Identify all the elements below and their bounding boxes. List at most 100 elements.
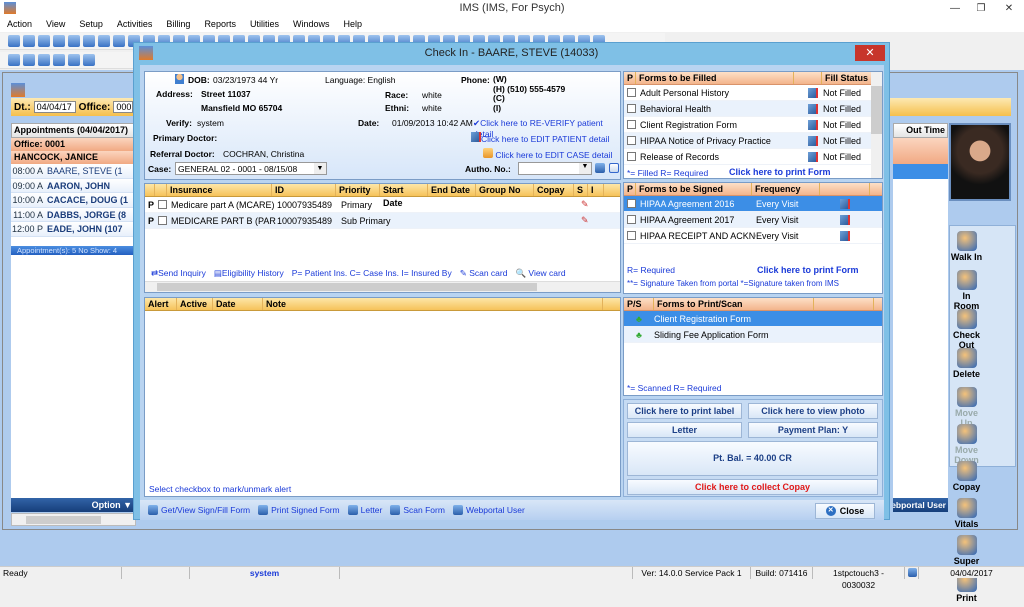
collect-copay-button[interactable]: Click here to collect Copay xyxy=(627,479,878,495)
office-input[interactable]: 0001 xyxy=(113,101,134,113)
autho-select[interactable]: ▼ xyxy=(518,162,592,175)
edit-case-link[interactable]: Click here to EDIT CASE detail xyxy=(483,148,612,160)
webportal-user-button[interactable]: Webportal User xyxy=(452,505,525,515)
super-bill-button[interactable]: Super Bill xyxy=(950,533,983,576)
horizontal-scrollbar[interactable] xyxy=(11,513,136,526)
scan-form-icon[interactable]: ♣ xyxy=(624,330,654,340)
appointment-row[interactable]: 10:00 A CACACE, DOUG (1 xyxy=(11,193,136,208)
column-header[interactable]: Forms to be Signed xyxy=(636,183,752,195)
column-header[interactable] xyxy=(145,184,155,196)
eligibility-history-link[interactable]: ▤Eligibility History xyxy=(214,268,284,279)
check-out-button[interactable]: Check Out xyxy=(950,307,983,350)
menu-utilities[interactable]: Utilities xyxy=(243,17,286,32)
column-header[interactable]: Active xyxy=(177,298,213,310)
webportal-user-header[interactable]: Webportal User xyxy=(893,498,948,512)
insurance-row[interactable]: P Medicare part A (MCARE) 10007935489 Prima… xyxy=(145,197,620,213)
form-checkbox[interactable] xyxy=(627,215,636,224)
in-room-button[interactable]: In Room xyxy=(950,268,983,311)
toolbar-icon[interactable] xyxy=(113,35,125,47)
form-to-fill-row[interactable]: Behavioral Health Not Filled xyxy=(624,101,872,117)
edit-patient-link[interactable]: Click here to EDIT PATIENT detail xyxy=(471,132,609,144)
form-to-sign-row[interactable]: HIPAA Agreement 2017 Every Visit xyxy=(624,212,882,228)
menu-billing[interactable]: Billing xyxy=(159,17,197,32)
case-select[interactable]: GENERAL 02 - 0001 - 08/15/08 ▼ xyxy=(175,162,327,175)
close-app-button[interactable]: ✕ xyxy=(994,0,1024,17)
form-checkbox[interactable] xyxy=(627,120,636,129)
appointment-row[interactable]: 11:00 A DABBS, JORGE (8 xyxy=(11,207,136,222)
print-signed-form-link[interactable]: Click here to print Form xyxy=(757,265,859,275)
form-checkbox[interactable] xyxy=(627,136,636,145)
prev-icon[interactable] xyxy=(23,54,35,66)
column-header[interactable]: Group No xyxy=(476,184,534,196)
form-to-fill-row[interactable]: Client Registration Form Not Filled xyxy=(624,117,872,133)
toolbar-icon[interactable] xyxy=(38,35,50,47)
toolbar-icon[interactable] xyxy=(68,35,80,47)
fill-form-icon[interactable] xyxy=(808,103,818,114)
form-to-print-row[interactable]: ♣ Sliding Fee Application Form xyxy=(624,327,882,343)
form-to-fill-row[interactable]: HIPAA Notice of Privacy Practice Not Fill… xyxy=(624,133,872,149)
column-header[interactable]: Forms to Print/Scan xyxy=(654,298,814,310)
sign-form-icon[interactable] xyxy=(840,214,850,225)
column-header[interactable]: P xyxy=(624,72,636,84)
column-header[interactable] xyxy=(155,184,167,196)
menu-setup[interactable]: Setup xyxy=(72,17,110,32)
insurance-checkbox[interactable] xyxy=(158,216,167,225)
column-header[interactable]: Forms to be Filled xyxy=(636,72,794,84)
column-header[interactable]: Fill Status xyxy=(822,72,872,84)
column-header[interactable]: Alert xyxy=(145,298,177,310)
delete-button[interactable]: Delete xyxy=(950,346,983,385)
view-card-link[interactable]: 🔍 View card xyxy=(515,268,565,279)
view-photo-button[interactable]: Click here to view photo xyxy=(748,403,878,419)
menu-reports[interactable]: Reports xyxy=(197,17,243,32)
toolbar-icon[interactable] xyxy=(8,35,20,47)
letter-button[interactable]: Letter xyxy=(627,422,742,438)
insurance-scrollbar[interactable] xyxy=(145,281,620,292)
walk-in-button[interactable]: Walk In xyxy=(950,229,983,268)
menu-activities[interactable]: Activities xyxy=(110,17,160,32)
column-header[interactable] xyxy=(814,298,874,310)
form-to-print-row[interactable]: ♣ Client Registration Form xyxy=(624,311,882,327)
insurance-row[interactable]: P MEDICARE PART B (PAR 10007935489 Sub Prim… xyxy=(145,213,620,229)
first-icon[interactable] xyxy=(8,54,20,66)
dialog-close-button[interactable]: ✕ xyxy=(855,45,885,61)
column-header[interactable]: I xyxy=(588,184,604,196)
column-header[interactable]: P xyxy=(624,183,636,195)
form-checkbox[interactable] xyxy=(627,231,636,240)
column-header[interactable]: Start Date xyxy=(380,184,428,208)
form-to-fill-row[interactable]: Release of Records Not Filled xyxy=(624,149,872,165)
column-header[interactable]: Priority xyxy=(336,184,380,196)
toolbar-icon[interactable] xyxy=(23,35,35,47)
form-to-sign-row[interactable]: HIPAA RECEIPT AND ACKNO' Every Visit xyxy=(624,228,882,244)
vitals-button[interactable]: Vitals xyxy=(950,496,983,533)
sign-form-icon[interactable] xyxy=(840,230,850,241)
get-view-sign-fill-form-button[interactable]: Get/View Sign/Fill Form xyxy=(148,505,250,515)
column-header[interactable]: Date xyxy=(213,298,263,310)
move-up-button[interactable]: Move Up xyxy=(950,385,983,428)
copay-button[interactable]: Copay xyxy=(950,459,983,496)
toolbar-icon[interactable] xyxy=(83,35,95,47)
column-header[interactable]: ID xyxy=(272,184,336,196)
send-inquiry-link[interactable]: ⇄Send Inquiry xyxy=(151,268,206,279)
patient-photo[interactable] xyxy=(949,123,1011,201)
column-header[interactable]: Frequency xyxy=(752,183,820,195)
print-signed-form-button[interactable]: Print Signed Form xyxy=(258,505,340,515)
letter-button[interactable]: Letter xyxy=(347,505,382,515)
column-header[interactable]: Insurance xyxy=(167,184,272,196)
option-button[interactable]: Option ▼ xyxy=(11,498,136,512)
fill-form-icon[interactable] xyxy=(808,151,818,162)
toolbar-icon[interactable] xyxy=(53,35,65,47)
column-header[interactable]: End Date xyxy=(428,184,476,196)
date-input[interactable]: 04/04/17 xyxy=(33,101,76,113)
appointment-row[interactable]: 12:00 P EADE, JOHN (107 xyxy=(11,222,136,237)
close-button[interactable]: ✕ Close xyxy=(815,503,875,519)
scan-form-icon[interactable]: ♣ xyxy=(624,314,654,324)
form-checkbox[interactable] xyxy=(627,199,636,208)
menu-view[interactable]: View xyxy=(39,17,72,32)
form-to-fill-row[interactable]: Adult Personal History Not Filled xyxy=(624,85,872,101)
column-header[interactable]: Copay xyxy=(534,184,574,196)
next-icon[interactable] xyxy=(38,54,50,66)
menu-windows[interactable]: Windows xyxy=(286,17,337,32)
form-to-sign-row[interactable]: HIPAA Agreement 2016 Every Visit xyxy=(624,196,882,212)
appointment-row[interactable]: 09:00 A AARON, JOHN xyxy=(11,178,136,193)
payment-plan-button[interactable]: Payment Plan: Y xyxy=(748,422,878,438)
